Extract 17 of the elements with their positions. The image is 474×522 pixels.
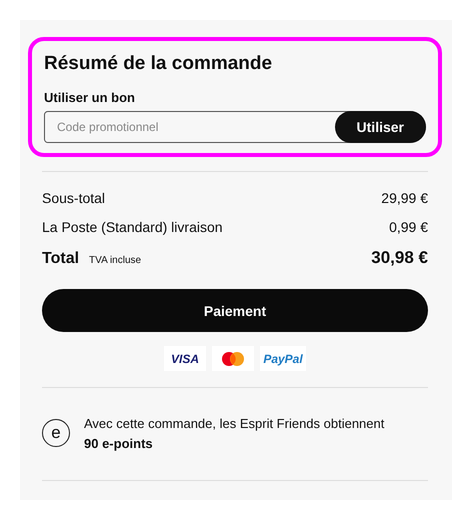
paypal-logo: PayPal [260,346,306,371]
mastercard-icon [222,352,244,366]
total-amount: 30,98 € [371,248,428,268]
loyalty-message: Avec cette commande, les Esprit Friends obtiennent 90 e-points [84,415,384,453]
line-amount: 29,99 € [381,190,428,206]
voucher-label: Utiliser un bon [44,90,136,105]
apply-button[interactable]: Utiliser [334,111,426,143]
line-amount: 0,99 € [389,219,428,235]
total-label: Total [42,250,80,268]
line-label: La Poste (Standard) livraison [42,219,223,235]
visa-logo: VISA [164,346,206,371]
payment-button[interactable]: Paiement [42,289,428,332]
e-points-icon: e [42,419,70,447]
tax-note: TVA incluse [89,255,142,266]
line-label: Sous-total [42,190,106,206]
promo-code-field[interactable]: Code promotionnel Utiliser [44,111,426,143]
summary-title: Résumé de la commande [44,53,274,75]
